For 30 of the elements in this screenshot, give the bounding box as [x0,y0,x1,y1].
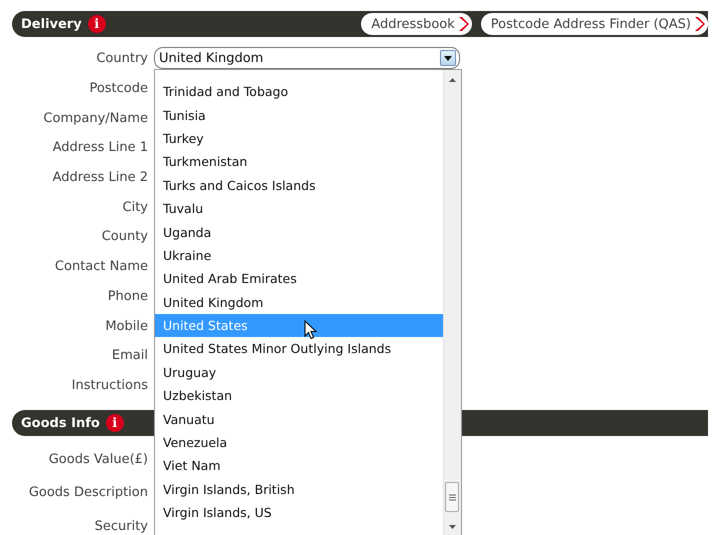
scroll-down-icon[interactable] [449,525,456,529]
field-label: Phone [106,288,148,304]
caret-icon [444,56,452,60]
scroll-up-icon[interactable] [449,78,456,82]
info-icon[interactable]: i [106,414,124,432]
chevron-icon [694,16,705,32]
link-button[interactable]: Postcode Address Finder (QAS) [480,13,708,35]
field-label: Contact Name [54,259,148,274]
field-label: City [122,200,148,215]
section-title: Delivery [21,16,82,32]
field-label: Address Line 2 [52,170,148,186]
cursor-icon [304,320,317,340]
section-title: Goods Info [21,416,100,431]
info-icon[interactable]: i [88,15,106,33]
field-label: Address Line 1 [52,140,148,156]
country-select[interactable]: United Kingdom [154,47,460,69]
field-label: Mobile [104,318,148,334]
field-label: Security [94,519,148,534]
scroll-thumb[interactable] [445,482,459,512]
field-label: Goods Value(£) [48,452,148,467]
field-label: Goods Description [28,485,148,500]
scrollbar[interactable] [443,70,461,535]
chevron-icon [458,16,469,32]
field-label: Country [95,51,148,66]
field-label: Company/Name [42,110,148,126]
field-label: Instructions [70,378,148,393]
field-label: County [100,229,148,244]
field-label: Postcode [88,81,148,96]
field-label: Email [110,348,148,364]
link-button[interactable]: Addressbook [361,13,472,35]
